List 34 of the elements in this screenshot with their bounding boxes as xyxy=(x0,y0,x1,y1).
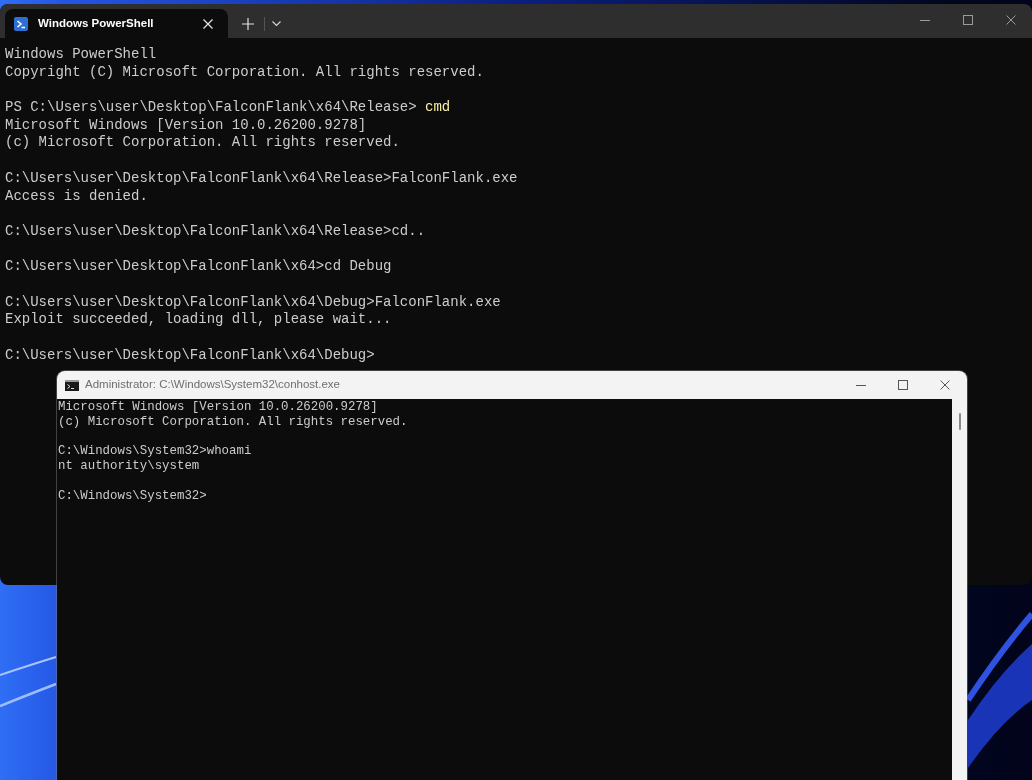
maximize-icon xyxy=(898,380,908,390)
minimize-icon xyxy=(856,384,866,386)
output-line: Copyright (C) Microsoft Corporation. All rights reserved. xyxy=(5,63,485,82)
tab[interactable]: Windows PowerShell xyxy=(5,9,228,38)
command-text: cmd xyxy=(425,99,451,116)
output-line: C:\Windows\System32>whoami xyxy=(58,444,253,460)
plus-icon xyxy=(242,17,254,30)
output-line: Microsoft Windows [Version 10.0.26200.9278] xyxy=(5,116,368,135)
console-app-icon xyxy=(65,379,79,391)
output-line: Exploit succeeded, loading dll, please wait... xyxy=(5,311,393,329)
output-line: Microsoft Windows [Version 10.0.26200.9278] xyxy=(58,400,379,415)
window-title: Administrator: C:\Windows\System32\conhost.exe xyxy=(85,377,341,393)
output-line: C:\Users\user\Desktop\FalconFlank\x64\Debug>FalconFlank.exe xyxy=(5,293,502,312)
output-line: nt authority\system xyxy=(58,459,201,474)
close-icon xyxy=(1005,15,1016,25)
output-line: (c) Microsoft Corporation. All rights reserved. xyxy=(58,414,409,430)
chevron-down-icon xyxy=(271,21,281,26)
light-streak xyxy=(0,656,57,676)
output-line: Access is denied. xyxy=(5,187,149,206)
prompt-text: PS C:\Users\user\Desktop\FalconFlank\x64\Release> xyxy=(5,99,417,116)
scrollbar-thumb[interactable] xyxy=(959,413,961,430)
output-line: C:\Users\user\Desktop\FalconFlank\x64\Release>cd.. xyxy=(5,222,427,241)
prompt-icon xyxy=(14,16,28,31)
output-line: C:\Users\user\Desktop\FalconFlank\x64>cd Debug xyxy=(5,258,393,276)
close-icon xyxy=(940,380,950,390)
output-line: C:\Windows\System32> xyxy=(58,488,208,504)
output-line: (c) Microsoft Corporation. All rights reserved. xyxy=(5,134,401,153)
minimize-icon xyxy=(919,19,930,21)
maximize-icon xyxy=(962,15,973,25)
output-line: C:\Users\user\Desktop\FalconFlank\x64\Release>FalconFlank.exe xyxy=(5,169,519,188)
light-streak xyxy=(0,682,57,708)
output-line: Windows PowerShell xyxy=(5,46,158,64)
close-icon xyxy=(203,18,213,29)
output-line: C:\Users\user\Desktop\FalconFlank\x64\Debug> xyxy=(5,346,376,365)
